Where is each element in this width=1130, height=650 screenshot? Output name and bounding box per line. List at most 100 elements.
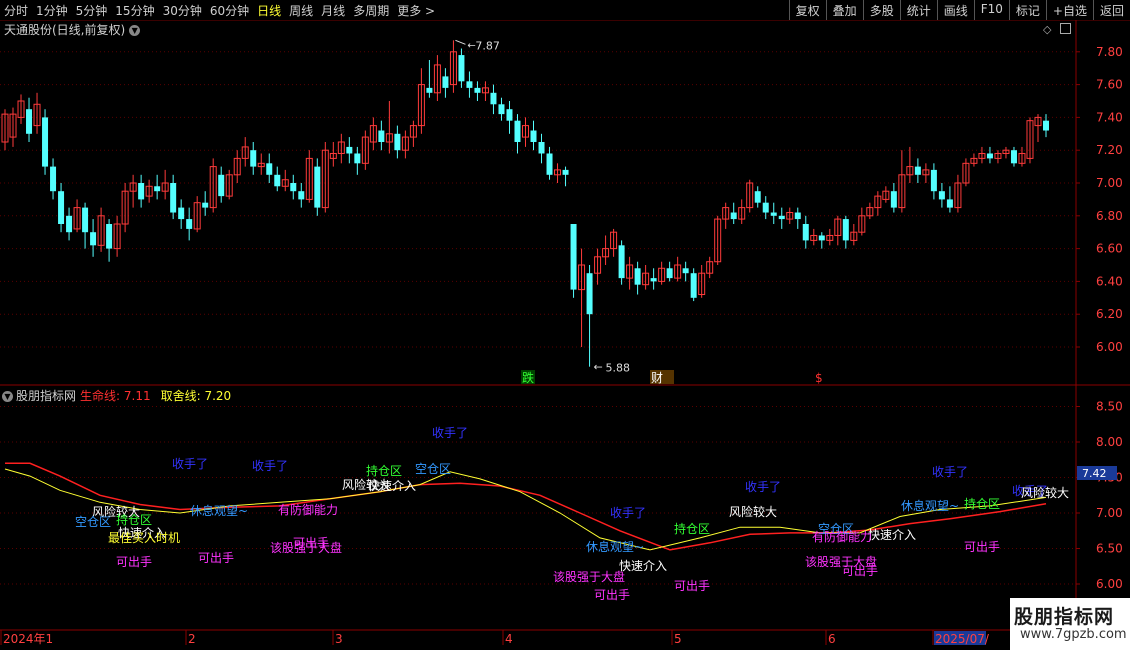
candle-body <box>26 109 33 134</box>
indicator-name: 股朋指标网 <box>16 389 77 403</box>
life-line-label: 生命线: 7.11 <box>80 389 151 403</box>
candle-body <box>250 150 257 167</box>
candle-body <box>842 219 849 241</box>
candle-body <box>946 199 953 208</box>
candle-body <box>730 212 737 220</box>
chevron-down-icon[interactable]: ▼ <box>2 391 13 402</box>
signal-label: 可出手 <box>116 555 152 569</box>
current-value: 7.42 <box>1082 467 1107 480</box>
candle-body <box>426 87 433 93</box>
y-tick-label: 6.00 <box>1096 340 1123 354</box>
high-label: 7.87 <box>475 39 500 52</box>
candle-body <box>218 174 225 197</box>
event-marker: 财 <box>651 371 663 385</box>
signal-label: 收手了 <box>432 426 468 440</box>
candle-body <box>586 273 593 315</box>
candle-body <box>42 117 49 167</box>
candle-body <box>986 153 993 159</box>
time-label: 5 <box>674 632 682 646</box>
candle-body <box>682 268 689 274</box>
candle-body <box>298 191 305 200</box>
candle-body <box>154 186 161 192</box>
candle-body <box>66 215 73 233</box>
candle-body <box>442 76 449 88</box>
candle-body <box>914 166 921 175</box>
signal-label: 收手了 <box>610 506 646 520</box>
candle-body <box>90 232 97 246</box>
candle-body <box>754 191 761 203</box>
signal-label: 持仓区 <box>964 496 1000 511</box>
y-tick-label: 6.20 <box>1096 307 1123 321</box>
candle-body <box>650 278 657 282</box>
candle-body <box>818 235 825 241</box>
candle-body <box>514 120 521 142</box>
low-label: 5.88 <box>606 362 631 375</box>
watermark-url: www.7gpzb.com <box>1020 627 1127 642</box>
take-line-label: 取舍线: 7.20 <box>160 389 232 403</box>
candle-body <box>762 202 769 213</box>
y-tick-label: 7.00 <box>1096 506 1123 520</box>
candle-body <box>506 109 513 121</box>
y-tick-label: 8.00 <box>1096 435 1123 449</box>
time-label: 2024年1 <box>3 632 53 646</box>
candle-body <box>770 212 777 216</box>
y-tick-label: 8.50 <box>1096 400 1123 414</box>
signal-label: 风险较大 <box>729 504 777 519</box>
candle-body <box>266 163 273 175</box>
y-tick-label: 6.60 <box>1096 242 1123 256</box>
time-label: 2 <box>188 632 196 646</box>
signal-label: 休息观望~ <box>190 503 248 518</box>
candle-body <box>106 224 113 249</box>
high-pointer <box>455 39 466 45</box>
candle-body <box>538 142 545 154</box>
signal-label: 收手了 <box>172 457 208 471</box>
candle-body <box>794 212 801 220</box>
time-label: 2025/07/ <box>935 632 990 646</box>
event-marker: $ <box>815 371 823 385</box>
candle-body <box>490 92 497 105</box>
window-box-icon[interactable] <box>1060 23 1071 34</box>
candle-body <box>474 87 481 93</box>
y-tick-label: 6.40 <box>1096 274 1123 288</box>
candle-body <box>458 55 465 82</box>
candle-body <box>930 169 937 192</box>
time-label: 4 <box>505 632 513 646</box>
time-label: 6 <box>828 632 836 646</box>
candle-body <box>666 268 673 279</box>
candle-body <box>186 219 193 229</box>
signal-label: 有防御能力 <box>278 502 338 517</box>
signal-label: 可出手 <box>964 540 1000 554</box>
time-label: 3 <box>335 632 343 646</box>
signal-label: 风险较大 <box>1021 485 1069 500</box>
candle-body <box>290 183 297 192</box>
y-tick-label: 7.60 <box>1096 78 1123 92</box>
signal-label: 可出手 <box>293 536 329 550</box>
signal-label: 最佳买入时机 <box>108 531 180 545</box>
signal-label: 收手了 <box>745 480 781 494</box>
candle-body <box>498 104 505 115</box>
y-tick-label: 6.80 <box>1096 209 1123 223</box>
candle-body <box>274 174 281 187</box>
candle-body <box>634 268 641 285</box>
event-marker: 跌 <box>522 370 534 385</box>
indicator-title: ▼ 股朋指标网 生命线: 7.11 取舍线: 7.20 <box>2 387 231 404</box>
candle-body <box>178 207 185 220</box>
signal-label: 休息观望~ <box>586 539 644 554</box>
candle-body <box>1010 150 1017 164</box>
stock-chart[interactable]: 7.80 7.60 7.40 7.20 7.00 6.80 6.60 6.40 6.20 6.00… <box>0 0 1130 650</box>
signal-label: 休息观望~ <box>901 498 959 513</box>
candle-body <box>562 169 569 175</box>
candle-body <box>354 153 361 164</box>
candle-body <box>50 166 57 192</box>
chevron-down-icon[interactable]: ▼ <box>129 25 141 36</box>
signal-label: 空仓区 <box>75 515 111 529</box>
signal-label: 持仓区 <box>674 521 710 536</box>
candle-body <box>1043 120 1049 131</box>
candle-body <box>138 183 145 200</box>
candle-body <box>378 130 385 142</box>
candle-body <box>314 166 321 208</box>
signal-label: 空仓区 <box>415 462 451 476</box>
candle-body <box>466 81 473 88</box>
diamond-icon[interactable]: ◇ <box>1043 23 1051 36</box>
candle-body <box>802 224 809 241</box>
